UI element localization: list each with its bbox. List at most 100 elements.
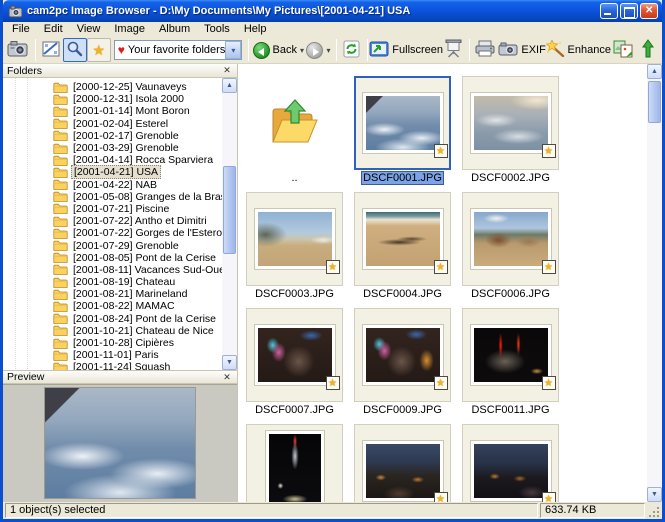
thumbnail-item[interactable]: ★DSCF0009.JPG — [354, 308, 451, 417]
tree-item[interactable]: [2001-08-05] Pont de la Cerise — [3, 252, 222, 264]
maximize-button[interactable] — [620, 3, 638, 19]
thumbnail-item[interactable]: ★ — [462, 424, 559, 502]
menu-view[interactable]: View — [70, 22, 108, 37]
scroll-down-arrow[interactable]: ▼ — [222, 355, 237, 370]
tree-item[interactable]: [2001-08-24] Pont de la Cerise — [3, 313, 222, 325]
photo-thumbnail — [471, 93, 551, 153]
tree-item[interactable]: [2001-08-11] Vacances Sud-Ouest — [3, 264, 222, 276]
thumbnail-cell: ★ — [354, 308, 451, 402]
tree-item-label: [2001-08-19] Chateau — [71, 276, 177, 288]
thumbnail-cell: ★ — [246, 308, 343, 402]
favorites-mode-button[interactable]: ★ — [87, 38, 111, 62]
fullscreen-button[interactable]: Fullscreen — [371, 38, 442, 62]
photo-thumbnail — [255, 209, 335, 269]
tree-item[interactable]: [2001-10-21] Chateau de Nice — [3, 325, 222, 337]
viewer-options-button[interactable] — [39, 38, 63, 62]
print-button[interactable] — [473, 38, 498, 62]
scroll-up-arrow[interactable]: ▲ — [647, 64, 662, 79]
tree-item[interactable]: [2001-11-24] Squash — [3, 361, 222, 370]
tree-item[interactable]: [2001-08-22] MAMAC — [3, 300, 222, 312]
tree-item-label: [2001-05-08] Granges de la Brasque — [71, 191, 222, 203]
thumbnail-item[interactable] — [246, 424, 343, 502]
menu-edit[interactable]: Edit — [37, 22, 70, 37]
tree-item[interactable]: [2000-12-25] Vaunaveys — [3, 81, 222, 93]
photo-thumbnail — [471, 325, 551, 385]
title-bar[interactable]: cam2pc Image Browser - D:\My Documents\M… — [3, 0, 662, 22]
exif-label: EXIF — [521, 44, 545, 56]
thumbnail-item[interactable]: ★DSCF0002.JPG — [462, 76, 559, 185]
star-badge-icon: ★ — [326, 376, 340, 390]
tree-item[interactable]: [2001-03-29] Grenoble — [3, 142, 222, 154]
tree-item[interactable]: [2001-08-19] Chateau — [3, 276, 222, 288]
close-button[interactable] — [640, 3, 658, 19]
chevron-down-icon[interactable]: ▾ — [225, 41, 241, 59]
acquire-camera-button[interactable] — [5, 38, 32, 62]
folders-close-icon[interactable]: ✕ — [221, 65, 233, 76]
menu-file[interactable]: File — [5, 22, 37, 37]
scrollbar-thumb[interactable] — [223, 166, 236, 254]
minimize-button[interactable] — [600, 3, 618, 19]
forward-button[interactable]: ▾ — [304, 38, 332, 62]
tree-item[interactable]: [2001-02-04] Esterel — [3, 118, 222, 130]
fullscreen-icon — [369, 41, 389, 60]
tree-scrollbar[interactable]: ▲ ▼ — [222, 78, 237, 370]
tree-item[interactable]: [2001-04-21] USA — [3, 166, 222, 178]
tree-item[interactable]: [2000-12-31] Isola 2000 — [3, 93, 222, 105]
app-window: cam2pc Image Browser - D:\My Documents\M… — [0, 0, 665, 522]
slideshow-button[interactable] — [442, 38, 466, 62]
tree-item[interactable]: [2001-07-22] Antho et Dimitri — [3, 215, 222, 227]
star-badge-icon: ★ — [434, 376, 448, 390]
thumbnail-item[interactable]: ★DSCF0007.JPG — [246, 308, 343, 417]
grid-scrollbar[interactable]: ▲ ▼ — [647, 64, 662, 502]
tree-item[interactable]: [2001-08-21] Marineland — [3, 288, 222, 300]
thumbnail-cell: ★ — [462, 76, 559, 170]
tree-item[interactable]: [2001-11-01] Paris — [3, 349, 222, 361]
tree-item[interactable]: [2001-07-29] Grenoble — [3, 239, 222, 251]
thumbnail-label: .. — [246, 172, 343, 185]
scroll-down-arrow[interactable]: ▼ — [647, 487, 662, 502]
thumbnail-item[interactable]: ★DSCF0006.JPG — [462, 192, 559, 301]
tree-item[interactable]: [2001-07-22] Gorges de l'Esteron — [3, 227, 222, 239]
convert-button[interactable] — [610, 38, 636, 62]
browse-mode-button[interactable] — [63, 38, 87, 62]
preview-close-icon[interactable]: ✕ — [221, 372, 233, 383]
favorite-folders-value: Your favorite folders — [128, 44, 225, 56]
refresh-button[interactable] — [340, 38, 364, 62]
thumbnail-item[interactable]: ★DSCF0003.JPG — [246, 192, 343, 301]
menu-help[interactable]: Help — [237, 22, 274, 37]
thumbnail-grid: ..★DSCF0001.JPG★DSCF0002.JPG★DSCF0003.JP… — [238, 64, 647, 502]
tree-item[interactable]: [2001-10-28] Cipières — [3, 337, 222, 349]
folder-icon — [53, 155, 68, 166]
tree-item[interactable]: [2001-05-08] Granges de la Brasque — [3, 191, 222, 203]
exif-button[interactable]: EXIF — [498, 38, 546, 62]
tree-item[interactable]: [2001-01-14] Mont Boron — [3, 105, 222, 117]
thumbnail-item[interactable]: ★DSCF0004.JPG — [354, 192, 451, 301]
thumbnail-item[interactable]: ★ — [354, 424, 451, 502]
tree-item-label: [2001-11-24] Squash — [71, 361, 172, 370]
thumbnail-item[interactable]: ★DSCF0001.JPG — [354, 76, 451, 185]
enhance-label: Enhance — [568, 44, 611, 56]
tree-item[interactable]: [2001-02-17] Grenoble — [3, 130, 222, 142]
photo-thumbnail — [471, 209, 551, 269]
image-adjust-icon — [42, 41, 60, 60]
menu-album[interactable]: Album — [152, 22, 197, 37]
favorite-folders-dropdown[interactable]: ♥ Your favorite folders ▾ — [114, 40, 243, 60]
back-button[interactable]: Back ▾ — [252, 38, 304, 62]
menu-image[interactable]: Image — [107, 22, 152, 37]
thumbnail-item[interactable]: ★DSCF0011.JPG — [462, 308, 559, 417]
thumbnail-label: DSCF0001.JPG — [354, 172, 451, 185]
folder-icon — [53, 362, 68, 370]
scrollbar-thumb[interactable] — [648, 81, 661, 123]
enhance-button[interactable]: Enhance — [546, 38, 610, 62]
folder-up-icon — [269, 98, 321, 148]
menu-tools[interactable]: Tools — [197, 22, 237, 37]
tree-item[interactable]: [2001-04-22] NAB — [3, 179, 222, 191]
scroll-up-arrow[interactable]: ▲ — [222, 78, 237, 93]
resize-grip[interactable] — [647, 503, 660, 518]
thumbnail-item[interactable]: .. — [246, 76, 343, 185]
upload-button[interactable] — [636, 38, 660, 62]
folder-icon — [53, 325, 68, 336]
tree-item[interactable]: [2001-07-21] Piscine — [3, 203, 222, 215]
photo-thumbnail — [363, 325, 443, 385]
tree-item-label: [2001-10-21] Chateau de Nice — [71, 325, 216, 337]
